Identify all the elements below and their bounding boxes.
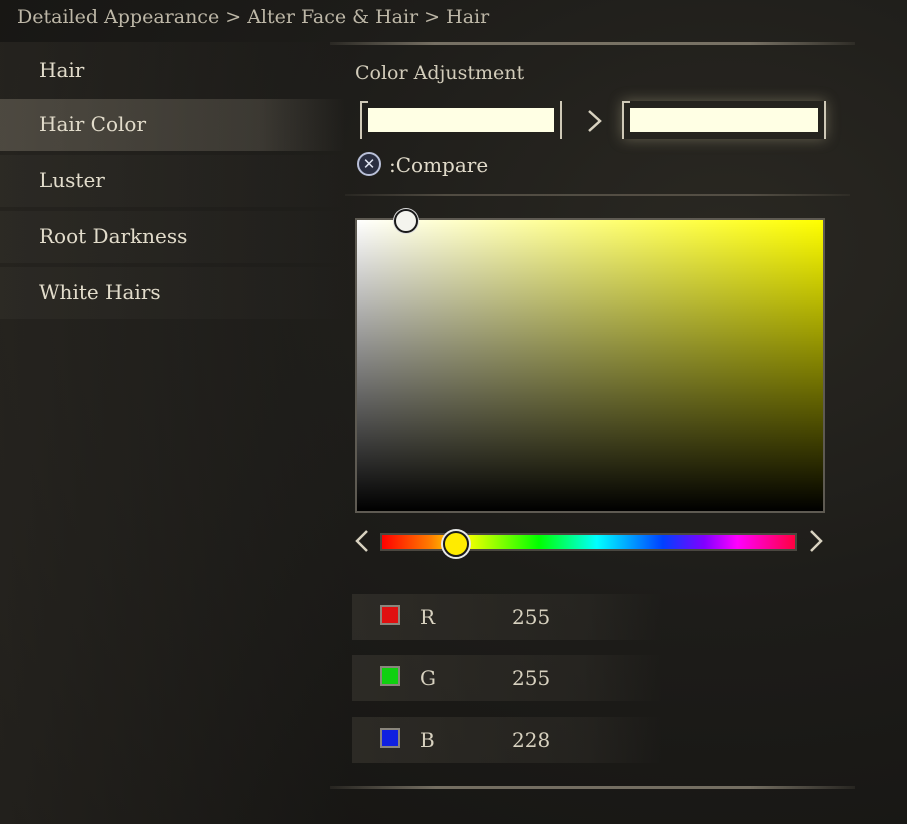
picker-handle[interactable] bbox=[394, 209, 418, 233]
compare-label: :Compare bbox=[389, 153, 489, 177]
new-color-swatch bbox=[622, 101, 826, 139]
rgb-label-r: R bbox=[420, 605, 436, 629]
red-chip-icon bbox=[380, 605, 400, 625]
bottom-divider bbox=[330, 786, 855, 789]
rgb-value-b: 228 bbox=[512, 728, 551, 752]
sidebar: Hair Hair Color Luster Root Darkness Whi… bbox=[0, 42, 350, 824]
sidebar-item-label: Hair Color bbox=[39, 112, 147, 136]
rgb-row-blue[interactable]: B 228 bbox=[352, 717, 662, 763]
sidebar-item-white-hairs[interactable]: White Hairs bbox=[0, 267, 345, 319]
blue-chip-icon bbox=[380, 728, 400, 748]
previous-color-fill bbox=[368, 108, 554, 132]
sidebar-item-hair[interactable]: Hair bbox=[0, 45, 345, 97]
rgb-row-red[interactable]: R 255 bbox=[352, 594, 662, 640]
sidebar-item-root-darkness[interactable]: Root Darkness bbox=[0, 211, 345, 263]
rgb-value-g: 255 bbox=[512, 666, 551, 690]
breadcrumb: Detailed Appearance > Alter Face & Hair … bbox=[17, 6, 490, 28]
section-title: Color Adjustment bbox=[355, 62, 525, 84]
sidebar-item-label: Luster bbox=[39, 168, 105, 192]
sidebar-item-luster[interactable]: Luster bbox=[0, 155, 345, 207]
sidebar-item-label: Hair bbox=[39, 58, 85, 82]
compare-button-icon[interactable]: ✕ bbox=[357, 152, 381, 176]
previous-color-swatch bbox=[360, 101, 562, 139]
saturation-brightness-picker[interactable] bbox=[355, 218, 825, 513]
sidebar-item-label: Root Darkness bbox=[39, 224, 188, 248]
rgb-label-b: B bbox=[420, 728, 435, 752]
hue-left-arrow-icon[interactable] bbox=[352, 528, 372, 560]
green-chip-icon bbox=[380, 666, 400, 686]
hue-slider-handle[interactable] bbox=[443, 531, 469, 557]
sidebar-item-label: White Hairs bbox=[39, 280, 161, 304]
rgb-value-r: 255 bbox=[512, 605, 551, 629]
sidebar-item-hair-color[interactable]: Hair Color bbox=[0, 99, 345, 151]
mid-divider bbox=[345, 194, 850, 196]
hue-right-arrow-icon[interactable] bbox=[806, 528, 826, 560]
new-color-fill bbox=[630, 108, 818, 132]
rgb-label-g: G bbox=[420, 666, 436, 690]
top-divider bbox=[330, 42, 855, 45]
chevron-right-icon bbox=[585, 108, 605, 134]
rgb-row-green[interactable]: G 255 bbox=[352, 655, 662, 701]
